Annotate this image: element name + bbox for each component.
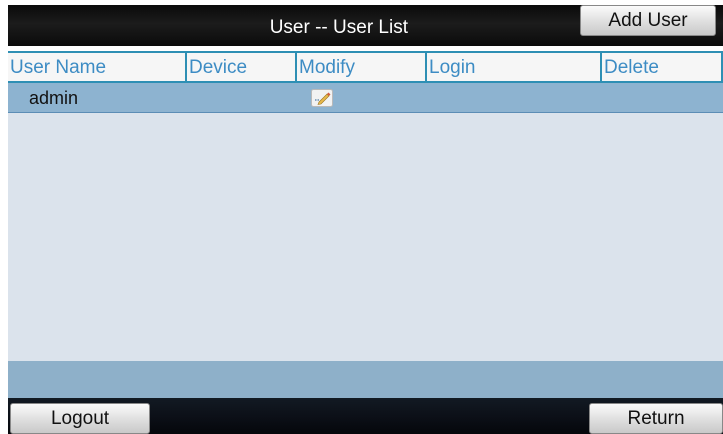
return-button[interactable]: Return (589, 403, 723, 434)
table-header-row: User Name Device Modify Login Delete (8, 51, 723, 83)
add-user-button[interactable]: Add User (580, 5, 716, 36)
user-list-screen: User -- User List Add User User Name Dev… (0, 0, 723, 434)
column-header-device[interactable]: Device (187, 53, 297, 81)
table-row[interactable]: admin (8, 83, 723, 113)
user-name-cell: admin (29, 88, 79, 108)
page-title-text: User -- User List (269, 17, 408, 38)
page-title: User -- User List (8, 5, 498, 46)
table-body: admin (8, 83, 723, 361)
table-footer-strip (8, 361, 723, 398)
column-header-modify[interactable]: Modify (297, 53, 427, 81)
column-header-user-name[interactable]: User Name (8, 53, 187, 81)
edit-icon[interactable] (311, 89, 333, 107)
column-header-delete[interactable]: Delete (602, 53, 723, 81)
logout-button[interactable]: Logout (10, 403, 150, 434)
column-header-login[interactable]: Login (427, 53, 602, 81)
